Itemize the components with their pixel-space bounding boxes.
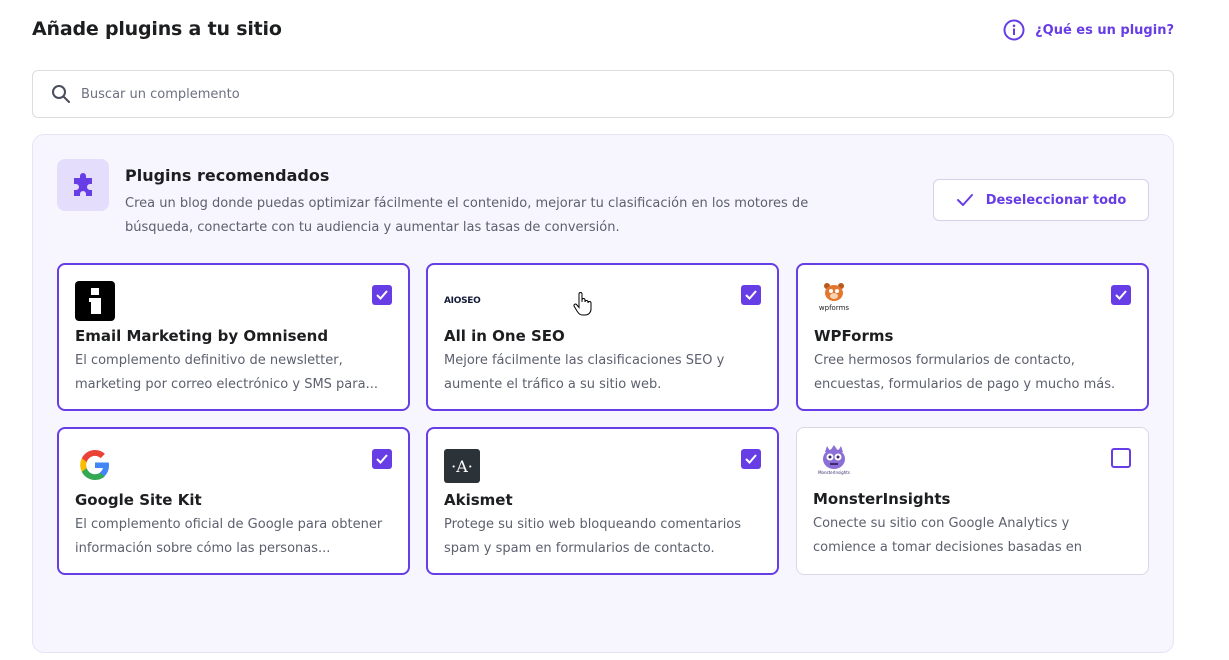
- plugin-description: Protege su sitio web bloqueando comentar…: [444, 517, 742, 556]
- wpforms-bear-icon: [824, 283, 844, 301]
- plugin-description: El complemento oficial de Google para ob…: [75, 517, 383, 556]
- panel-icon-container: [57, 159, 109, 211]
- plugin-name: Google Site Kit: [75, 491, 202, 509]
- plugin-description: Conecte su sitio con Google Analytics y …: [813, 516, 1082, 555]
- monsterinsights-logo-text: MonsterInsights: [818, 470, 850, 475]
- plugin-description: Cree hermosos formularios de contacto, e…: [814, 353, 1116, 392]
- omnisend-logo-icon: [75, 281, 115, 321]
- wpforms-logo-text: wpforms: [818, 304, 850, 312]
- recommended-panel: Plugins recomendados Crea un blog donde …: [32, 134, 1174, 653]
- aioseo-logo-icon: AIOSEO: [444, 281, 504, 321]
- monsterinsights-logo-icon: MonsterInsights: [813, 444, 855, 484]
- plugin-checkbox[interactable]: [741, 285, 761, 305]
- plugin-description: Mejore fácilmente las clasificaciones SE…: [444, 353, 725, 392]
- plugin-card-aioseo[interactable]: AIOSEO All in One SEO Mejore fácilmente …: [426, 263, 779, 411]
- panel-description: Crea un blog donde puedas optimizar fáci…: [125, 196, 809, 235]
- aioseo-logo-text: AIOSEO: [444, 296, 481, 306]
- panel-title: Plugins recomendados: [125, 166, 330, 185]
- plugin-name: Akismet: [444, 491, 513, 509]
- check-icon: [956, 194, 973, 206]
- page-title: Añade plugins a tu sitio: [32, 18, 282, 40]
- plugin-card-google-site-kit[interactable]: Google Site Kit El complemento oficial d…: [57, 427, 410, 575]
- puzzle-icon: [74, 173, 92, 196]
- plugin-name: Email Marketing by Omnisend: [75, 327, 329, 345]
- plugin-name: MonsterInsights: [813, 490, 951, 508]
- plugin-card-akismet[interactable]: ·A· Akismet Protege su sitio web bloquea…: [426, 427, 779, 575]
- plugin-checkbox[interactable]: [1111, 448, 1131, 468]
- plugin-name: WPForms: [814, 327, 894, 345]
- checkmark-icon: [745, 290, 757, 300]
- wpforms-logo-icon: wpforms: [814, 281, 854, 321]
- help-link-label: ¿Qué es un plugin?: [1035, 22, 1174, 38]
- help-link[interactable]: ¿Qué es un plugin?: [1003, 19, 1174, 41]
- plugin-checkbox[interactable]: [372, 449, 392, 469]
- plugin-checkbox[interactable]: [1111, 285, 1131, 305]
- search-icon: [52, 85, 70, 103]
- plugin-name: All in One SEO: [444, 327, 565, 345]
- checkmark-icon: [376, 454, 388, 464]
- search-box[interactable]: [32, 70, 1174, 118]
- deselect-all-label: Deseleccionar todo: [985, 192, 1127, 208]
- search-input[interactable]: [81, 86, 1081, 102]
- akismet-logo-icon: ·A·: [444, 449, 480, 483]
- plugin-card-wpforms[interactable]: wpforms WPForms Cree hermosos formulario…: [796, 263, 1149, 411]
- hand-cursor-icon: [573, 292, 592, 316]
- plugin-card-monsterinsights[interactable]: MonsterInsights MonsterInsights Conecte …: [796, 427, 1149, 575]
- info-icon: [1003, 19, 1025, 41]
- plugin-checkbox[interactable]: [372, 285, 392, 305]
- checkmark-icon: [1115, 290, 1127, 300]
- checkmark-icon: [745, 454, 757, 464]
- monster-icon: [823, 445, 845, 469]
- plugin-description: El complemento definitivo de newsletter,…: [75, 353, 378, 392]
- plugin-checkbox[interactable]: [741, 449, 761, 469]
- deselect-all-button[interactable]: Deseleccionar todo: [933, 179, 1149, 221]
- akismet-logo-text: ·A·: [451, 456, 473, 476]
- google-logo-icon: [80, 450, 109, 480]
- plugin-card-omnisend[interactable]: Email Marketing by Omnisend El complemen…: [57, 263, 410, 411]
- checkmark-icon: [376, 290, 388, 300]
